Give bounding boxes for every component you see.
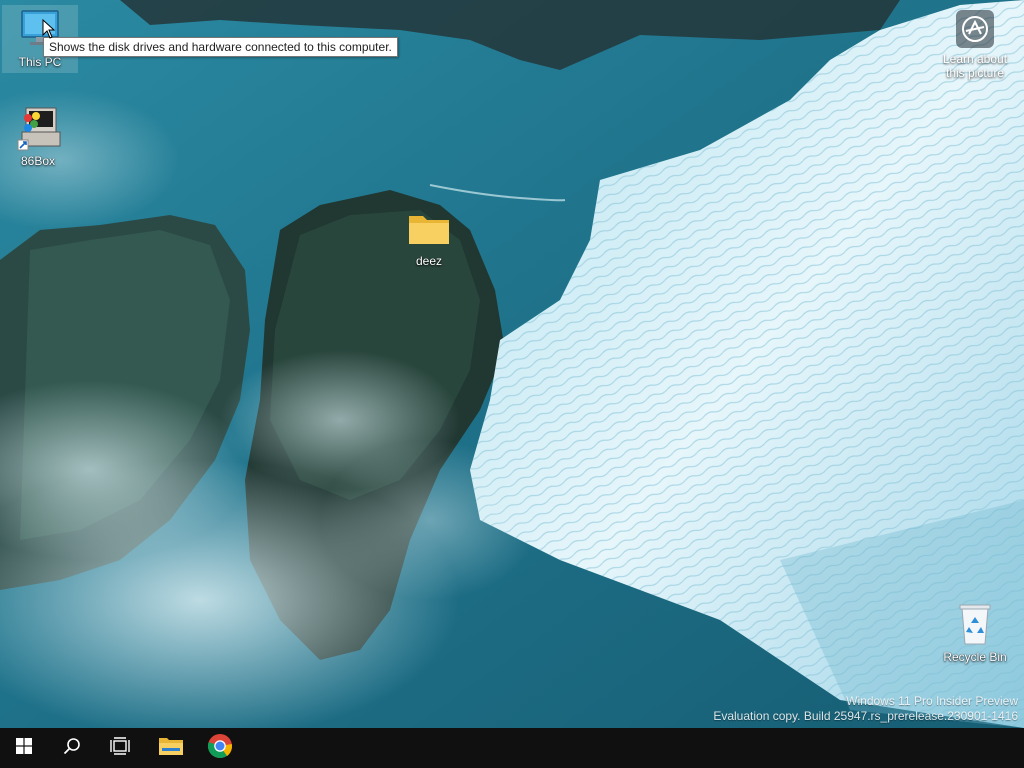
watermark-line2: Evaluation copy. Build 25947.rs_prerelea… <box>713 709 1018 723</box>
windows-logo-icon <box>16 737 32 759</box>
desktop-icon-deez-folder[interactable]: deez <box>391 204 467 268</box>
start-button[interactable] <box>0 728 48 768</box>
desktop-icon-recycle-bin[interactable]: Recycle Bin <box>937 600 1013 664</box>
watermark-line1: Windows 11 Pro Insider Preview <box>846 694 1018 708</box>
mouse-cursor-icon <box>42 18 56 39</box>
learn-about-this-picture[interactable]: Learn about this picture <box>936 10 1014 80</box>
desktop-icon-86box[interactable]: 86Box <box>0 104 76 168</box>
folder-icon <box>158 735 184 762</box>
folder-icon <box>405 204 453 252</box>
search-button[interactable] <box>48 728 96 768</box>
taskbar <box>0 728 1024 768</box>
learn-about-line2: this picture <box>945 66 1005 80</box>
recycle-bin-icon <box>951 600 999 648</box>
desktop-icon-label: This PC <box>18 55 62 69</box>
camera-info-icon <box>956 10 994 48</box>
taskbar-file-explorer[interactable] <box>147 728 195 768</box>
learn-about-line1: Learn about <box>942 52 1008 66</box>
task-view-button[interactable] <box>96 728 144 768</box>
86box-app-icon <box>14 104 62 152</box>
search-icon <box>63 737 81 760</box>
tooltip: Shows the disk drives and hardware conne… <box>43 37 398 57</box>
desktop-wallpaper <box>0 0 1024 728</box>
desktop-icon-label: Recycle Bin <box>943 650 1007 664</box>
chrome-icon <box>207 733 233 764</box>
task-view-icon <box>110 736 130 760</box>
desktop-icon-label: deez <box>415 254 443 268</box>
taskbar-chrome[interactable] <box>196 728 244 768</box>
desktop-icon-label: 86Box <box>20 154 56 168</box>
evaluation-watermark: Windows 11 Pro Insider Preview Evaluatio… <box>713 694 1018 724</box>
